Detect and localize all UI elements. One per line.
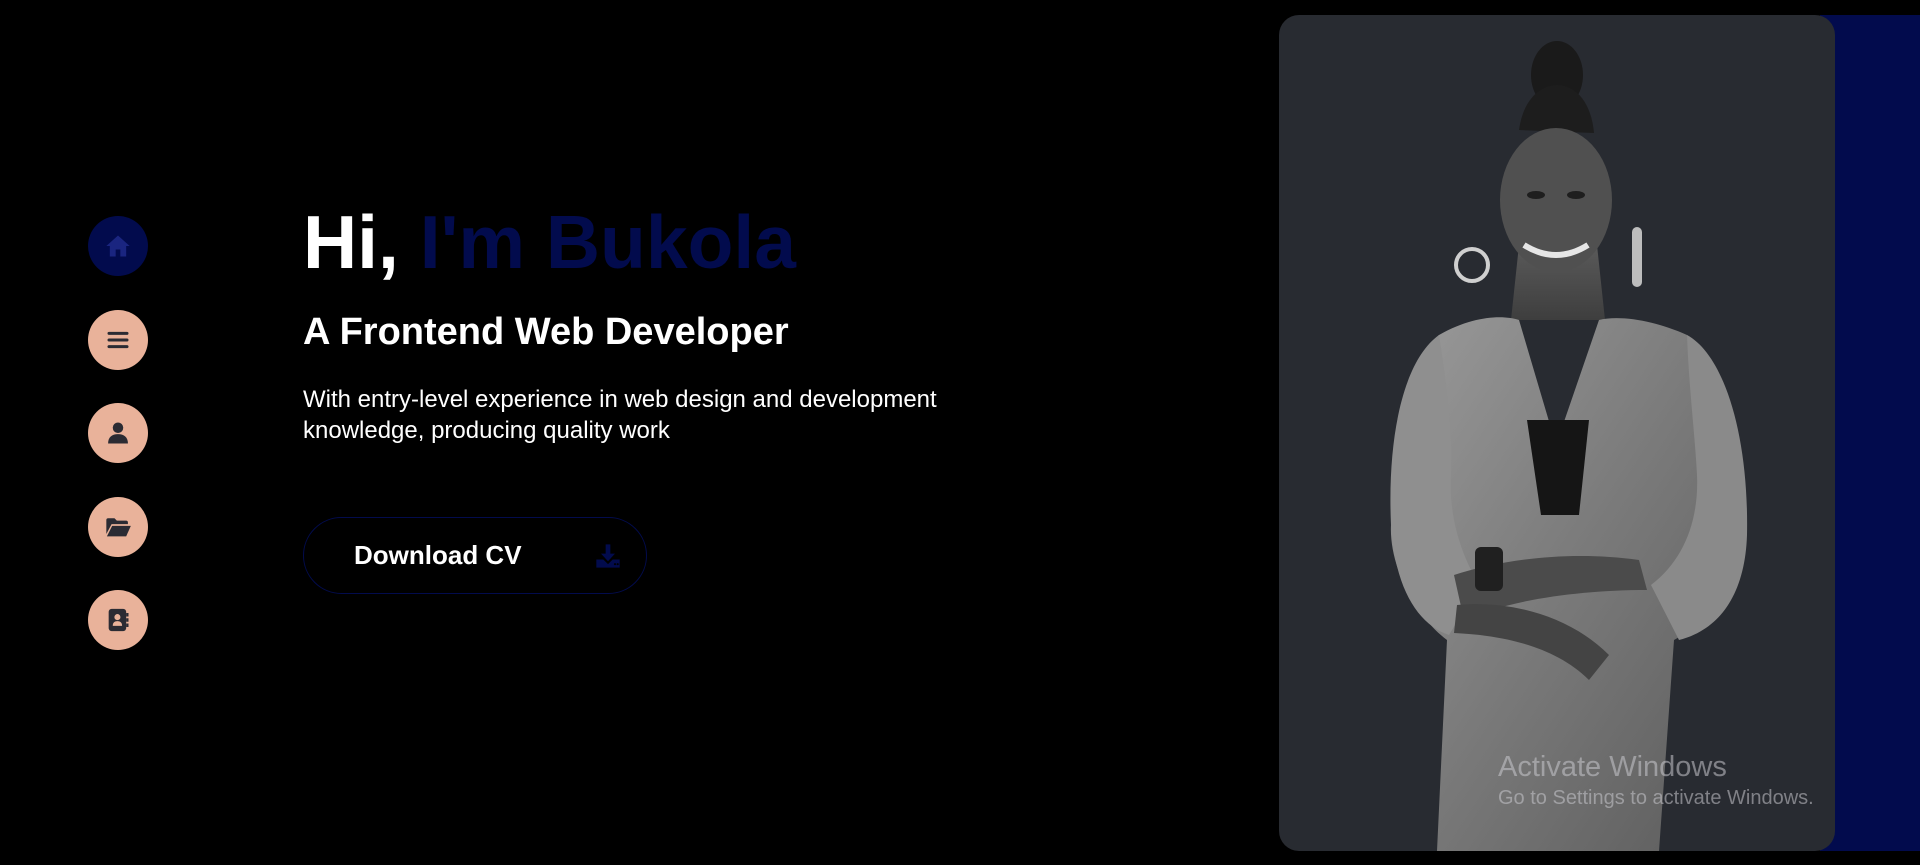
hero-subtitle: A Frontend Web Developer (303, 311, 789, 353)
watermark-subtitle: Go to Settings to activate Windows. (1498, 787, 1814, 809)
portrait-card (1279, 15, 1835, 851)
greeting-prefix: Hi, (303, 200, 399, 284)
os-activation-watermark: Activate Windows Go to Settings to activ… (1498, 750, 1814, 810)
portfolio-page: Hi, I'm Bukola A Frontend Web Developer … (0, 0, 1920, 865)
portrait-image (1390, 41, 1748, 851)
download-cv-label: Download CV (354, 540, 522, 570)
card-accent-panel (1820, 15, 1920, 851)
user-icon (108, 422, 128, 444)
home-icon (106, 235, 130, 257)
nav-contact-button[interactable] (88, 590, 148, 650)
hero-section: Hi, I'm Bukola A Frontend Web Developer … (303, 200, 1083, 594)
address-book-icon (108, 608, 129, 632)
greeting-name: I'm Bukola (419, 200, 796, 284)
folder-open-icon (106, 518, 131, 537)
nav-about-button[interactable] (88, 403, 148, 463)
menu-icon (107, 331, 129, 349)
hero-description: With entry-level experience in web desig… (303, 386, 937, 444)
hero-greeting: Hi, I'm Bukola (303, 200, 1083, 284)
nav-menu-button[interactable] (88, 310, 148, 370)
download-cv-button[interactable]: Download CV (303, 517, 647, 594)
nav-projects-button[interactable] (88, 497, 148, 557)
download-icon (596, 544, 620, 568)
watermark-title: Activate Windows (1498, 751, 1727, 783)
nav-home-button[interactable] (88, 216, 148, 276)
